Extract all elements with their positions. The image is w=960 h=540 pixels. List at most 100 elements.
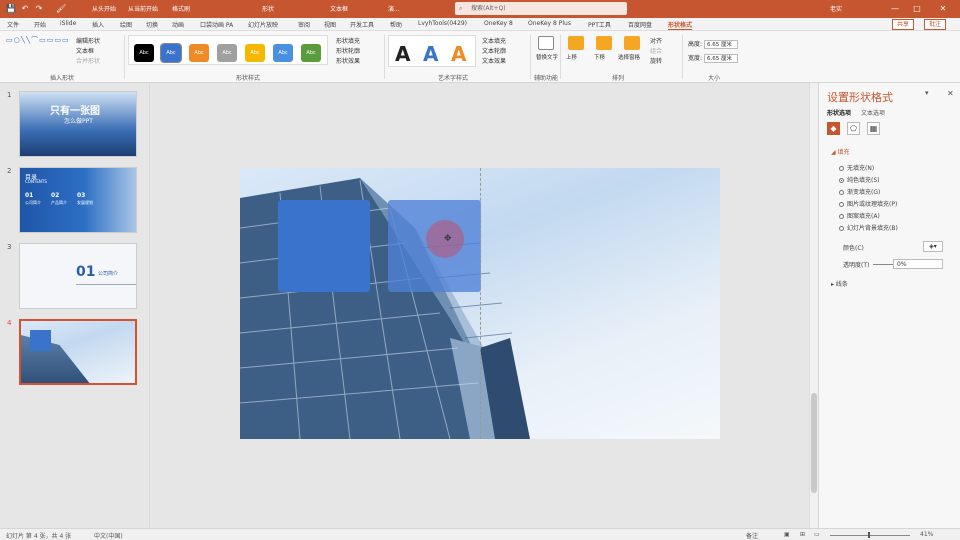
slide-sorter-icon[interactable]: ⊞ (800, 531, 805, 538)
close-icon[interactable]: ✕ (938, 4, 948, 14)
tab-islide[interactable]: iSlide (60, 20, 76, 27)
tab-onekey-plus[interactable]: OneKey 8 Plus (528, 20, 571, 27)
undo-icon[interactable]: ↶ (20, 4, 30, 14)
effects-icon[interactable]: ⬠ (847, 122, 860, 135)
fill-option-none[interactable]: 无填充(N) (839, 163, 874, 172)
section-line[interactable]: ▸ 线条 (831, 279, 848, 288)
textbox-button[interactable]: 文本框 (76, 46, 94, 55)
scrollbar-thumb[interactable] (811, 393, 817, 493)
search-input[interactable]: ⌕ 搜索(Alt+Q) (455, 2, 627, 15)
tab-baidu-netdisk[interactable]: 百度网盘 (628, 20, 652, 29)
send-backward-icon[interactable] (596, 36, 612, 50)
comment-button[interactable]: 批注 (924, 19, 947, 30)
height-input[interactable]: 6.65 厘米 (703, 40, 738, 49)
fill-line-icon[interactable]: ◆ (827, 122, 840, 135)
fill-option-slide-background[interactable]: 幻灯片背景填充(B) (839, 223, 898, 232)
fill-option-solid[interactable]: 纯色填充(S) (839, 175, 880, 184)
alt-text-button[interactable]: 替换文字 (536, 53, 558, 61)
maximize-icon[interactable]: □ (912, 4, 922, 14)
tab-onekey[interactable]: OneKey 8 (484, 20, 513, 27)
user-name[interactable]: 老实 (830, 4, 842, 13)
fill-option-pattern[interactable]: 图案填充(A) (839, 211, 880, 220)
slide-thumbnail-1[interactable]: 只有一张图 怎么做PPT (19, 91, 137, 157)
group-button[interactable]: 组合 (650, 46, 662, 55)
selected-shape-square[interactable] (278, 200, 370, 292)
tab-slideshow[interactable]: 幻灯片放映 (248, 20, 278, 29)
size-properties-icon[interactable]: ▦ (867, 122, 880, 135)
radio-button[interactable] (839, 190, 844, 195)
slide-thumbnail-3[interactable]: 01 公司简介 (19, 243, 137, 309)
wordart-preset-blue[interactable]: A (423, 42, 438, 66)
rotate-button[interactable]: 旋转 (650, 56, 662, 65)
quick-start-from-beginning[interactable]: 从头开始 (92, 4, 116, 13)
fill-option-picture[interactable]: 图片或纹理填充(P) (839, 199, 897, 208)
bring-forward-icon[interactable] (568, 36, 584, 50)
alt-text-icon[interactable] (538, 36, 554, 50)
tab-insert[interactable]: 插入 (92, 20, 104, 29)
shape-outline-button[interactable]: 形状轮廓 (336, 46, 360, 55)
vertical-scrollbar[interactable] (809, 83, 818, 528)
transparency-input[interactable]: 0% (893, 259, 943, 269)
save-icon[interactable]: 💾 (6, 4, 16, 14)
zoom-slider-knob[interactable] (868, 532, 870, 538)
style-preset-blue[interactable]: Abc (160, 43, 182, 63)
tab-review[interactable]: 审阅 (298, 20, 310, 29)
shape-fill-button[interactable]: 形状填充 (336, 36, 360, 45)
tab-ppt-tools[interactable]: PPT工具 (588, 20, 611, 29)
section-fill[interactable]: ◢ 填充 (831, 147, 850, 156)
selection-pane-button[interactable]: 选择窗格 (618, 53, 640, 61)
style-preset-black[interactable]: Abc (134, 44, 154, 62)
brush-icon[interactable]: 🖌 (56, 4, 66, 14)
style-preset-lightblue[interactable]: Abc (273, 44, 293, 62)
selection-pane-icon[interactable] (624, 36, 640, 50)
minimize-icon[interactable]: — (890, 4, 900, 14)
width-input[interactable]: 6.65 厘米 (703, 54, 738, 63)
text-effects-button[interactable]: 文本效果 (482, 56, 506, 65)
quick-format-painter[interactable]: 格式刷 (172, 4, 190, 13)
tab-pocket-animation[interactable]: 口袋动画 PA (200, 20, 233, 29)
radio-button[interactable] (839, 202, 844, 207)
shape-effects-button[interactable]: 形状效果 (336, 56, 360, 65)
zoom-level[interactable]: 41% (920, 531, 933, 538)
align-button[interactable]: 对齐 (650, 36, 662, 45)
wordart-preset-black[interactable]: A (395, 42, 410, 66)
tab-file[interactable]: 文件 (7, 20, 19, 29)
style-preset-gold[interactable]: Abc (245, 44, 265, 62)
transparency-slider[interactable] (873, 264, 893, 265)
radio-button[interactable] (839, 178, 844, 183)
slide-thumbnail-2[interactable]: 目录 CONTENTS 01 02 03 公司简介 产品简介 发展规划 (19, 167, 137, 233)
reading-view-icon[interactable]: ▭ (814, 531, 820, 538)
slide-thumbnail-4[interactable] (19, 319, 137, 385)
pane-options-icon[interactable]: ▾ (925, 89, 929, 97)
style-preset-green[interactable]: Abc (301, 44, 321, 62)
quick-textbox[interactable]: 文本框 (330, 4, 348, 13)
pane-close-icon[interactable]: ✕ (947, 89, 954, 98)
share-button[interactable]: 共享 (892, 19, 915, 30)
radio-button[interactable] (839, 226, 844, 231)
style-preset-orange[interactable]: Abc (189, 44, 209, 62)
send-backward-button[interactable]: 下移 (594, 53, 605, 61)
redo-icon[interactable]: ↷ (34, 4, 44, 14)
zoom-slider[interactable] (830, 535, 910, 536)
normal-view-icon[interactable]: ▣ (784, 531, 790, 538)
tab-transitions[interactable]: 切换 (146, 20, 158, 29)
shape-gallery[interactable]: ▭○╲╲⌒▭▭▭▭▭▭▭▭▭▭▭▭▭▭▭▭▭▭▭▭▭▭▭▭▭▭▭▭▭▭▭▭▭▭▭… (6, 36, 68, 66)
notes-button[interactable]: 备注 (746, 531, 758, 540)
tab-draw[interactable]: 绘图 (120, 20, 132, 29)
fill-color-picker[interactable]: ◈▾ (923, 241, 943, 252)
fill-option-gradient[interactable]: 渐变填充(G) (839, 187, 880, 196)
quick-start-from-current[interactable]: 从当前开始 (128, 4, 158, 13)
merge-shapes-button[interactable]: 合并形状 (76, 56, 100, 65)
tab-shape-options[interactable]: 形状选项 (827, 108, 851, 117)
tab-developer[interactable]: 开发工具 (350, 20, 374, 29)
tab-lvyhtools[interactable]: LvyhTools(0429) (418, 20, 467, 27)
style-preset-gray[interactable]: Abc (217, 44, 237, 62)
tab-view[interactable]: 视图 (324, 20, 336, 29)
tab-home[interactable]: 开始 (34, 20, 46, 29)
tab-help[interactable]: 帮助 (390, 20, 402, 29)
tab-text-options[interactable]: 文本选项 (861, 108, 885, 117)
language-indicator[interactable]: 中文(中国) (94, 531, 123, 540)
bring-forward-button[interactable]: 上移 (566, 53, 577, 61)
text-fill-button[interactable]: 文本填充 (482, 36, 506, 45)
radio-button[interactable] (839, 214, 844, 219)
